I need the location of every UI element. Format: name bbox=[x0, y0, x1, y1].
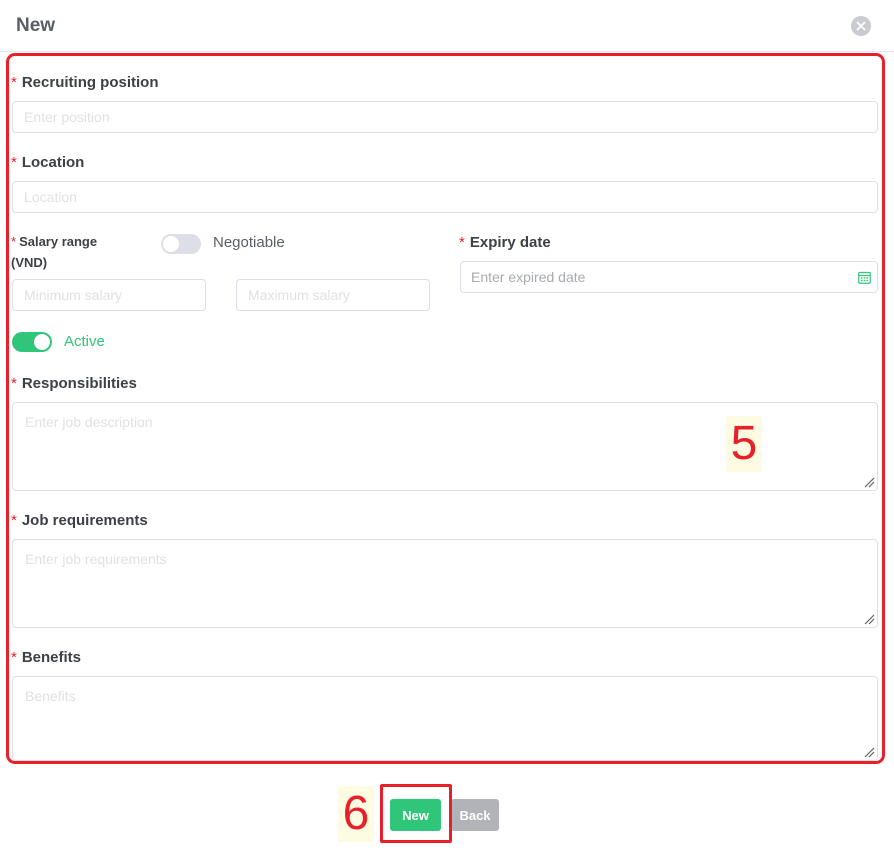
dialog-title: New bbox=[16, 15, 56, 36]
salary-label: * Salary range (VND) bbox=[11, 234, 98, 270]
new-button[interactable]: New bbox=[390, 799, 441, 831]
required-mark: * bbox=[11, 512, 17, 529]
location-field[interactable] bbox=[12, 181, 878, 213]
negotiable-label: Negotiable bbox=[213, 234, 285, 251]
max-salary-input[interactable] bbox=[237, 280, 429, 310]
close-icon[interactable] bbox=[851, 16, 871, 36]
toggle-knob bbox=[163, 236, 179, 252]
expiry-label: * Expiry date bbox=[459, 234, 551, 251]
benefits-textarea[interactable] bbox=[13, 677, 877, 760]
required-mark: * bbox=[11, 154, 17, 171]
position-input[interactable] bbox=[13, 102, 877, 132]
min-salary-input[interactable] bbox=[13, 280, 205, 310]
toggle-knob bbox=[34, 334, 50, 350]
active-toggle[interactable] bbox=[12, 332, 52, 352]
calendar-icon[interactable] bbox=[858, 271, 871, 284]
resize-grip-icon[interactable] bbox=[863, 746, 875, 758]
expiry-date-input[interactable] bbox=[461, 262, 877, 292]
location-label: * Location bbox=[11, 154, 85, 171]
step-number-6: 6 bbox=[338, 786, 374, 842]
step-number-5: 5 bbox=[726, 416, 762, 472]
requirements-label: * Job requirements bbox=[11, 512, 148, 529]
expiry-date-field[interactable] bbox=[460, 261, 878, 293]
benefits-label: * Benefits bbox=[11, 649, 82, 666]
dialog-header: New bbox=[0, 0, 894, 52]
location-input[interactable] bbox=[13, 182, 877, 212]
responsibilities-label: * Responsibilities bbox=[11, 375, 137, 392]
required-mark: * bbox=[11, 375, 17, 392]
position-label: * Recruiting position bbox=[11, 74, 159, 91]
position-field[interactable] bbox=[12, 101, 878, 133]
back-button[interactable]: Back bbox=[451, 799, 499, 831]
min-salary-field[interactable] bbox=[12, 279, 206, 311]
requirements-field[interactable] bbox=[12, 539, 878, 628]
required-mark: * bbox=[11, 234, 17, 249]
resize-grip-icon[interactable] bbox=[863, 613, 875, 625]
required-mark: * bbox=[11, 74, 17, 91]
active-label: Active bbox=[64, 333, 105, 350]
required-mark: * bbox=[459, 234, 465, 251]
requirements-textarea[interactable] bbox=[13, 540, 877, 627]
negotiable-toggle[interactable] bbox=[161, 234, 201, 254]
max-salary-field[interactable] bbox=[236, 279, 430, 311]
required-mark: * bbox=[11, 649, 17, 666]
benefits-field[interactable] bbox=[12, 676, 878, 761]
resize-grip-icon[interactable] bbox=[863, 476, 875, 488]
